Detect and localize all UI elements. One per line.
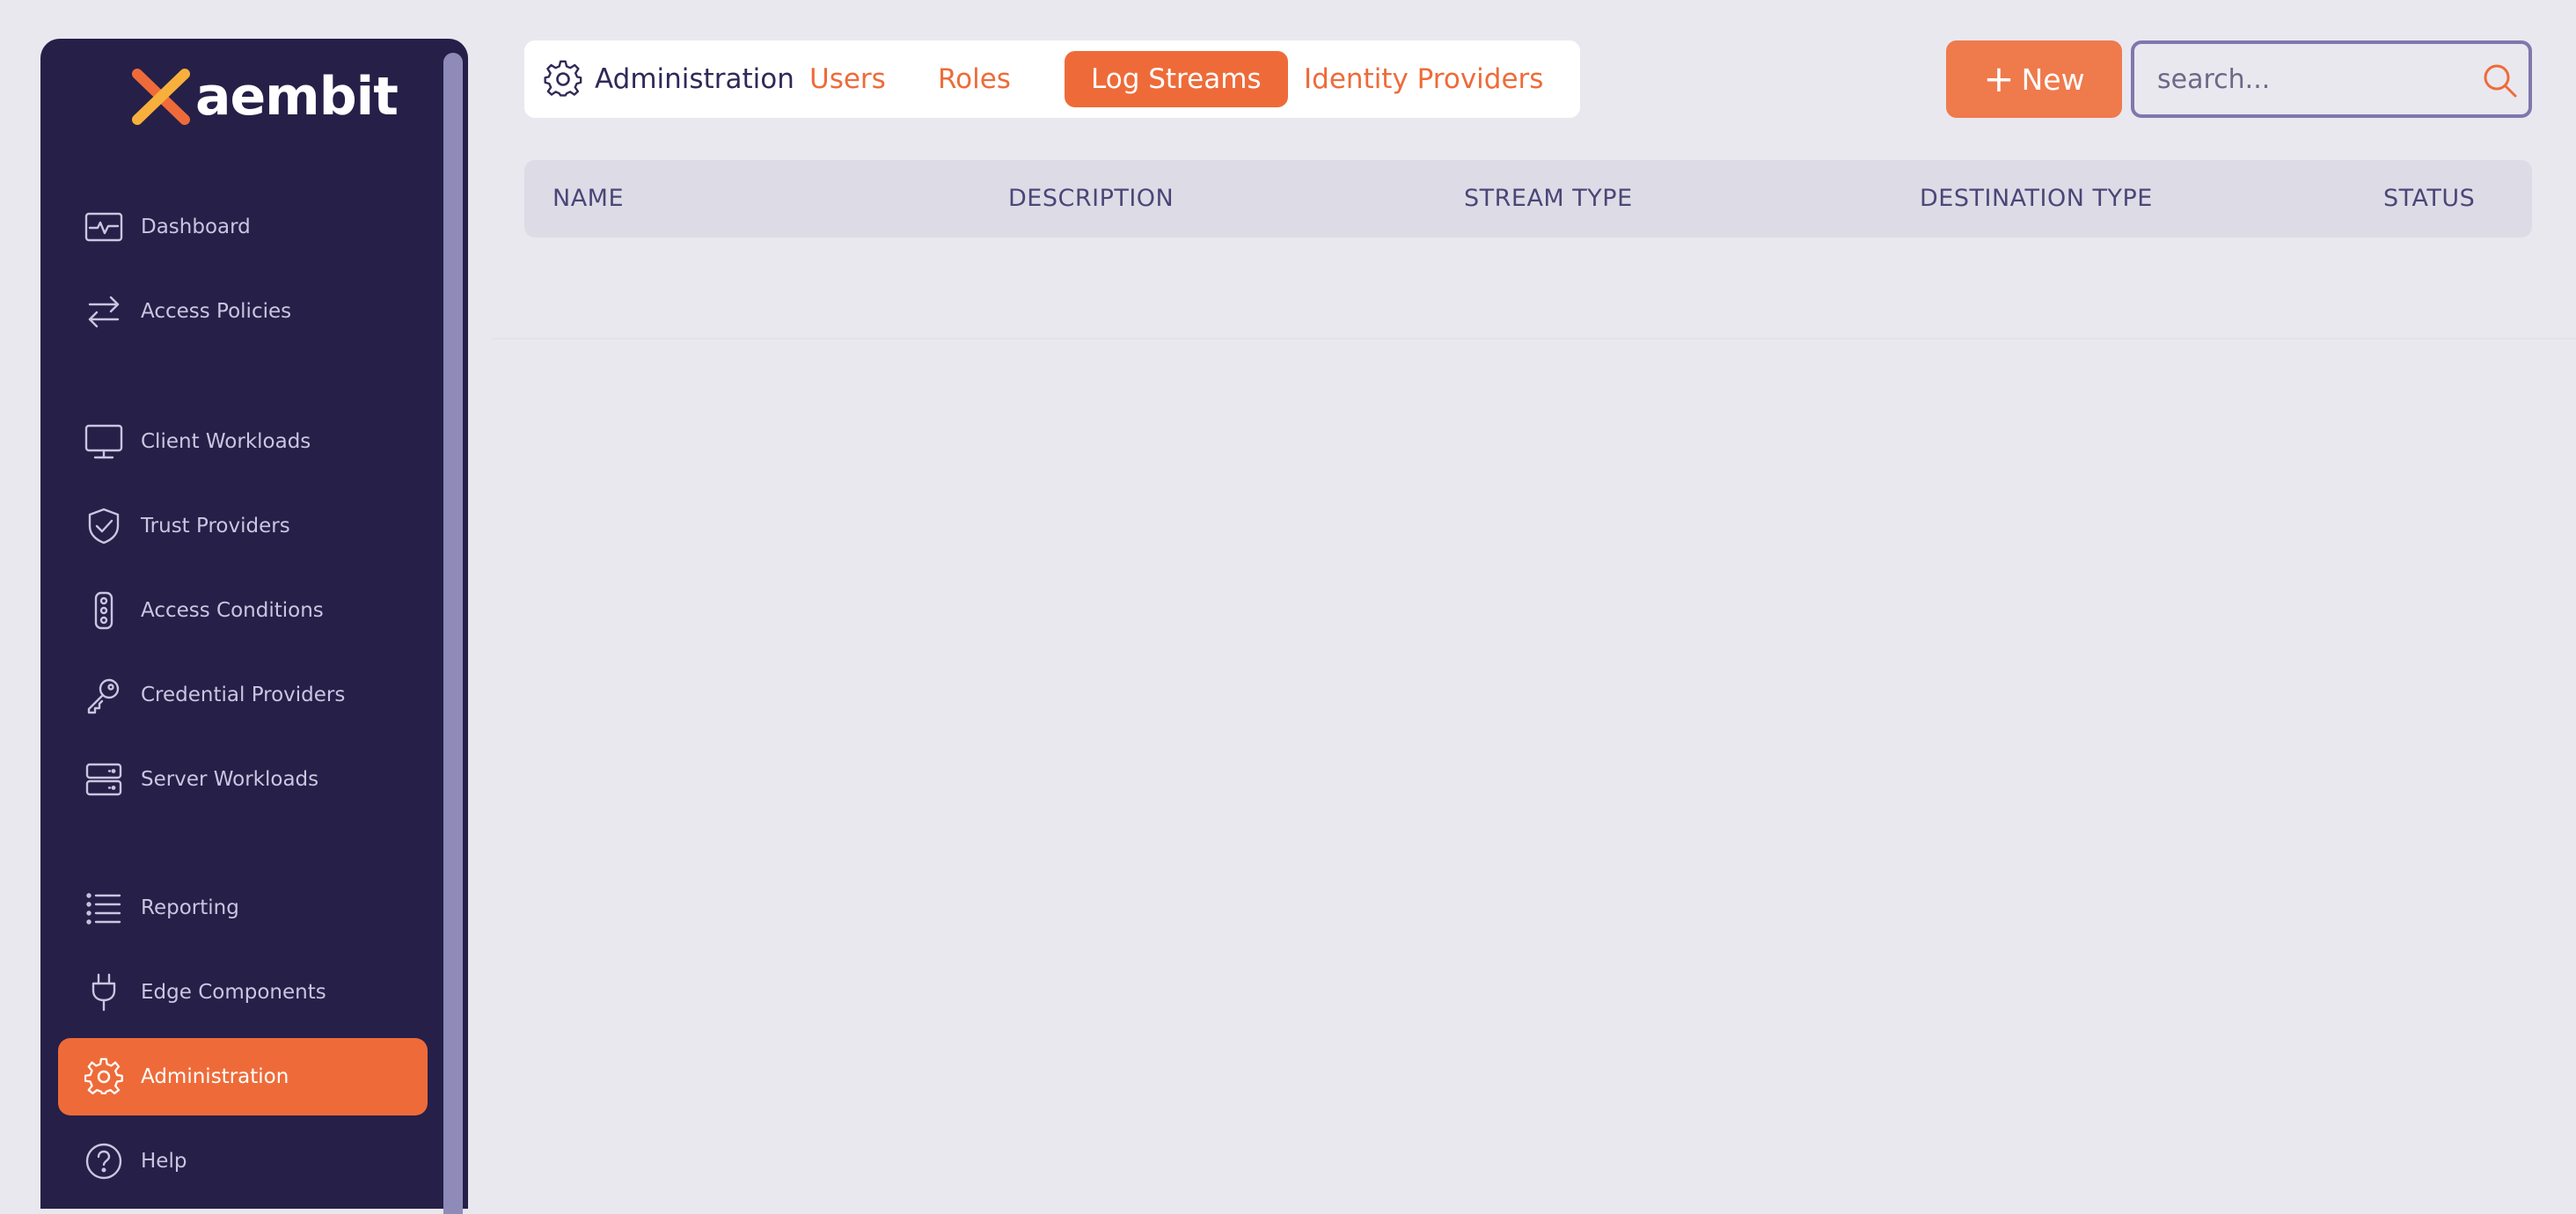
aembit-logo-icon xyxy=(132,69,190,125)
sidebar-item-label: Reporting xyxy=(141,896,239,919)
sidebar-item-server-workloads[interactable]: Server Workloads xyxy=(58,741,428,818)
new-button[interactable]: + New xyxy=(1946,40,2122,118)
column-header-stream-type[interactable]: STREAM TYPE xyxy=(1464,160,1633,238)
sidebar-item-label: Administration xyxy=(141,1065,289,1088)
sidebar-item-administration[interactable]: Administration xyxy=(58,1038,428,1115)
sidebar-item-label: Server Workloads xyxy=(141,768,319,791)
search-icon[interactable] xyxy=(2481,62,2518,99)
traffic-light-icon xyxy=(83,589,125,632)
sidebar-item-label: Access Policies xyxy=(141,300,292,323)
sidebar-item-reporting[interactable]: Reporting xyxy=(58,869,428,947)
sidebar-item-help[interactable]: Help xyxy=(58,1123,428,1200)
arrows-swap-icon xyxy=(83,290,125,333)
tab-roles[interactable]: Roles xyxy=(911,51,1037,107)
sidebar-item-access-conditions[interactable]: Access Conditions xyxy=(58,572,428,649)
key-icon xyxy=(83,674,125,716)
aembit-logo[interactable]: aembit xyxy=(128,65,399,128)
tab-identity-providers[interactable]: Identity Providers xyxy=(1277,51,1570,107)
shield-check-icon xyxy=(83,505,125,547)
sidebar-scrollbar[interactable] xyxy=(443,53,463,1214)
admin-tabs: Administration Users Roles Log Streams I… xyxy=(524,40,1580,118)
search-box xyxy=(2131,40,2532,118)
sidebar-item-dashboard[interactable]: Dashboard xyxy=(58,188,428,266)
sidebar-item-label: Edge Components xyxy=(141,981,326,1004)
sidebar-item-access-policies[interactable]: Access Policies xyxy=(58,273,428,350)
content-divider xyxy=(493,338,2576,340)
plus-icon: + xyxy=(1983,57,2015,100)
server-icon xyxy=(83,758,125,801)
plug-icon xyxy=(83,971,125,1013)
section-title: Administration xyxy=(595,63,794,95)
monitor-icon xyxy=(83,421,125,463)
sidebar-item-label: Trust Providers xyxy=(141,515,290,538)
sidebar-item-credential-providers[interactable]: Credential Providers xyxy=(58,656,428,734)
sidebar-item-client-workloads[interactable]: Client Workloads xyxy=(58,403,428,480)
sidebar-item-label: Credential Providers xyxy=(141,684,346,706)
sidebar: aembit Dashboard Access Policies Client … xyxy=(40,39,468,1214)
column-header-name[interactable]: NAME xyxy=(553,160,624,238)
column-header-description[interactable]: DESCRIPTION xyxy=(1008,160,1174,238)
dashboard-icon xyxy=(83,206,125,248)
sidebar-item-label: Client Workloads xyxy=(141,430,311,453)
sidebar-item-trust-providers[interactable]: Trust Providers xyxy=(58,487,428,565)
list-icon xyxy=(83,887,125,929)
logo-text: aembit xyxy=(195,66,399,128)
search-input[interactable] xyxy=(2157,44,2474,114)
tab-log-streams[interactable]: Log Streams xyxy=(1065,51,1288,107)
tab-users[interactable]: Users xyxy=(783,51,912,107)
help-icon xyxy=(83,1140,125,1182)
gear-icon xyxy=(544,60,582,97)
table-header: NAME DESCRIPTION STREAM TYPE DESTINATION… xyxy=(524,160,2532,238)
sidebar-item-label: Help xyxy=(141,1150,187,1173)
sidebar-item-edge-components[interactable]: Edge Components xyxy=(58,954,428,1031)
sidebar-item-label: Access Conditions xyxy=(141,599,324,622)
column-header-status[interactable]: STATUS xyxy=(2383,160,2475,238)
sidebar-item-label: Dashboard xyxy=(141,216,251,238)
column-header-destination-type[interactable]: DESTINATION TYPE xyxy=(1920,160,2153,238)
new-button-label: New xyxy=(2021,62,2085,97)
gear-icon xyxy=(83,1056,125,1098)
